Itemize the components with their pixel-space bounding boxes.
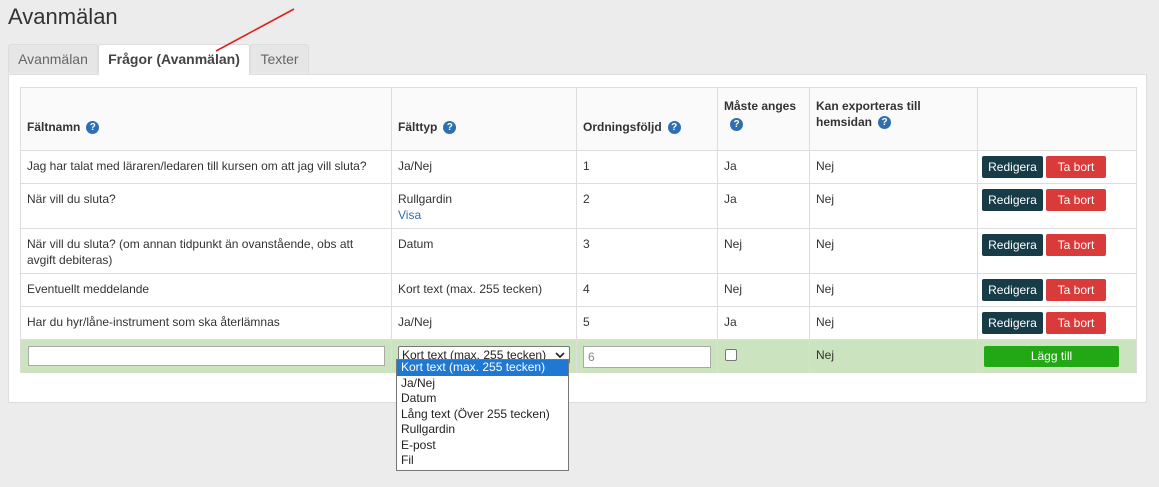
cell-export: Nej: [809, 184, 977, 228]
delete-button[interactable]: Ta bort: [1046, 312, 1106, 334]
cell-export: Nej: [809, 274, 977, 306]
cell-actions: Redigera Ta bort: [977, 307, 1136, 339]
cell-order: 2: [576, 184, 717, 228]
help-icon[interactable]: ?: [730, 118, 743, 132]
header-actions: [977, 88, 1136, 150]
edit-button[interactable]: Redigera: [982, 279, 1043, 301]
edit-button[interactable]: Redigera: [982, 234, 1043, 256]
cell-actions: Redigera Ta bort: [977, 151, 1136, 183]
table-row: När vill du sluta? (om annan tidpunkt än…: [21, 228, 1136, 273]
dropdown-option[interactable]: Ja/Nej: [397, 376, 568, 392]
new-order-input[interactable]: 6: [583, 346, 711, 368]
header-fieldname: Fältnamn?: [21, 88, 391, 150]
table-row: När vill du sluta? Rullgardin Visa 2 Ja …: [21, 183, 1136, 228]
header-required: Måste anges ?: [717, 88, 809, 150]
cell-fieldname: När vill du sluta? (om annan tidpunkt än…: [27, 237, 354, 267]
show-options-link[interactable]: Visa: [398, 207, 570, 223]
cell-new-fieldname: [21, 340, 391, 373]
chevron-down-icon: [555, 352, 565, 359]
dropdown-option[interactable]: Rullgardin: [397, 422, 568, 438]
cell-order: 3: [576, 229, 717, 273]
dropdown-option[interactable]: Datum: [397, 391, 568, 407]
cell-export: Nej: [809, 151, 977, 183]
annotation-arrow: [215, 8, 295, 52]
cell-new-required: [717, 340, 809, 373]
cell-fieldtype: Ja/Nej: [391, 307, 576, 339]
cell-order: 1: [576, 151, 717, 183]
dropdown-option[interactable]: Lång text (Över 255 tecken): [397, 407, 568, 423]
cell-fieldname: Eventuellt meddelande: [27, 282, 150, 296]
cell-required: Ja: [717, 184, 809, 228]
dropdown-option[interactable]: E-post: [397, 438, 568, 454]
delete-button[interactable]: Ta bort: [1046, 279, 1106, 301]
dropdown-option[interactable]: Kort text (max. 255 tecken): [397, 360, 568, 376]
cell-required: Ja: [717, 307, 809, 339]
cell-actions: Redigera Ta bort: [977, 229, 1136, 273]
tab-avanmalan[interactable]: Avanmälan: [8, 44, 98, 73]
table-header: Fältnamn? Fälttyp? Ordningsföljd? Måste …: [21, 88, 1136, 150]
page-title: Avanmälan: [8, 4, 118, 29]
cell-required: Ja: [717, 151, 809, 183]
cell-fieldname: När vill du sluta?: [27, 192, 116, 206]
cell-fieldname: Jag har talat med läraren/ledaren till k…: [27, 159, 367, 173]
cell-new-actions: Lägg till: [977, 340, 1136, 373]
delete-button[interactable]: Ta bort: [1046, 156, 1106, 178]
edit-button[interactable]: Redigera: [982, 312, 1043, 334]
header-order: Ordningsföljd?: [576, 88, 717, 150]
questions-panel: Fältnamn? Fälttyp? Ordningsföljd? Måste …: [8, 74, 1147, 403]
table-row: Jag har talat med läraren/ledaren till k…: [21, 150, 1136, 183]
cell-fieldtype: Kort text (max. 255 tecken): [391, 274, 576, 306]
cell-fieldtype: Rullgardin Visa: [391, 184, 576, 228]
help-icon[interactable]: ?: [878, 116, 892, 130]
edit-button[interactable]: Redigera: [982, 156, 1043, 178]
add-field-row: Kort text (max. 255 tecken) 6 Nej Lägg t…: [21, 339, 1136, 373]
help-icon[interactable]: ?: [443, 121, 457, 135]
cell-actions: Redigera Ta bort: [977, 184, 1136, 228]
cell-required: Nej: [717, 274, 809, 306]
table-row: Har du hyr/låne-instrument som ska återl…: [21, 306, 1136, 339]
cell-fieldtype: Ja/Nej: [391, 151, 576, 183]
edit-button[interactable]: Redigera: [982, 189, 1043, 211]
cell-fieldname: Har du hyr/låne-instrument som ska återl…: [27, 315, 280, 329]
new-fieldname-input[interactable]: [28, 346, 385, 366]
header-fieldtype: Fälttyp?: [391, 88, 576, 150]
delete-button[interactable]: Ta bort: [1046, 234, 1106, 256]
required-checkbox[interactable]: [725, 349, 737, 361]
cell-order: 5: [576, 307, 717, 339]
cell-new-order: 6: [576, 340, 717, 373]
add-button[interactable]: Lägg till: [984, 346, 1119, 367]
dropdown-option[interactable]: Fil: [397, 453, 568, 469]
cell-required: Nej: [717, 229, 809, 273]
delete-button[interactable]: Ta bort: [1046, 189, 1106, 211]
table-row: Eventuellt meddelande Kort text (max. 25…: [21, 273, 1136, 306]
fieldtype-dropdown-list: Kort text (max. 255 tecken) Ja/Nej Datum…: [396, 359, 569, 471]
help-icon[interactable]: ?: [667, 121, 681, 135]
cell-export: Nej: [809, 307, 977, 339]
cell-actions: Redigera Ta bort: [977, 274, 1136, 306]
header-export: Kan exporteras till hemsidan?: [809, 88, 977, 150]
cell-export: Nej: [809, 229, 977, 273]
questions-table: Fältnamn? Fälttyp? Ordningsföljd? Måste …: [20, 87, 1137, 373]
cell-order: 4: [576, 274, 717, 306]
help-icon[interactable]: ?: [86, 121, 100, 135]
cell-new-export: Nej: [809, 340, 977, 373]
cell-fieldtype: Datum: [391, 229, 576, 273]
